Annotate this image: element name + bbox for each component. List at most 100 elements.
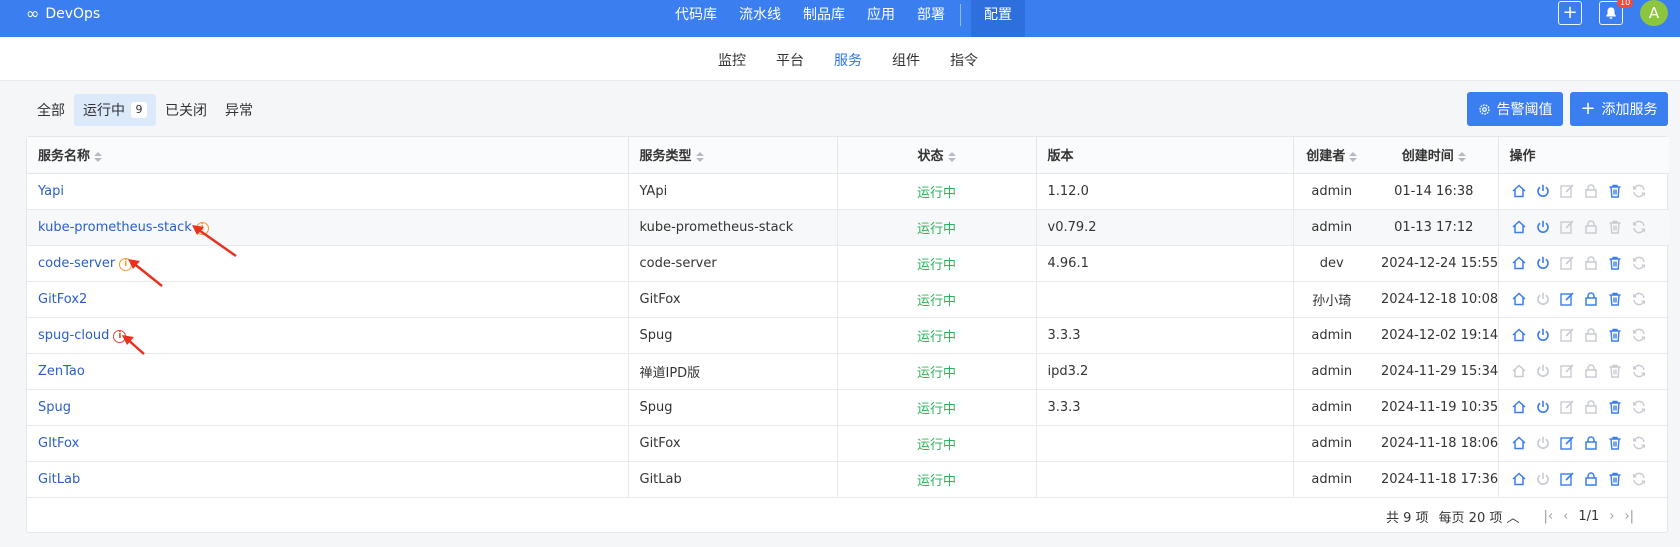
home-icon[interactable] (1510, 218, 1528, 236)
filter-running[interactable]: 运行中 9 (74, 94, 156, 126)
tab-commands[interactable]: 指令 (935, 37, 993, 81)
lock-icon[interactable] (1582, 218, 1600, 236)
service-name-link[interactable]: GitFox2 (38, 292, 87, 307)
prev-page-icon[interactable]: ‹ (1563, 509, 1568, 524)
col-creator[interactable]: 创建者 (1293, 137, 1370, 174)
trash-icon[interactable] (1606, 218, 1624, 236)
power-icon[interactable] (1534, 398, 1552, 416)
lock-icon[interactable] (1582, 470, 1600, 488)
sort-icon[interactable] (94, 151, 103, 162)
filter-closed[interactable]: 已关闭 (156, 94, 216, 126)
sort-icon[interactable] (1457, 151, 1466, 162)
refresh-icon[interactable] (1630, 470, 1648, 488)
service-name-link[interactable]: Yapi (38, 184, 64, 199)
refresh-icon[interactable] (1630, 254, 1648, 272)
power-icon[interactable] (1534, 218, 1552, 236)
trash-icon[interactable] (1606, 398, 1624, 416)
edit-icon[interactable] (1558, 398, 1576, 416)
power-icon[interactable] (1534, 182, 1552, 200)
add-service-button[interactable]: + 添加服务 (1570, 92, 1668, 126)
topnav-item-code[interactable]: 代码库 (664, 0, 728, 37)
sort-icon[interactable] (947, 151, 956, 162)
power-icon[interactable] (1534, 434, 1552, 452)
power-icon[interactable] (1534, 326, 1552, 344)
refresh-icon[interactable] (1630, 362, 1648, 380)
home-icon[interactable] (1510, 326, 1528, 344)
power-icon[interactable] (1534, 290, 1552, 308)
tab-services[interactable]: 服务 (819, 37, 877, 81)
home-icon[interactable] (1510, 182, 1528, 200)
trash-icon[interactable] (1606, 470, 1624, 488)
lock-icon[interactable] (1582, 290, 1600, 308)
edit-icon[interactable] (1558, 182, 1576, 200)
refresh-icon[interactable] (1630, 434, 1648, 452)
service-name-link[interactable]: spug-cloud (38, 328, 109, 343)
col-created[interactable]: 创建时间 (1370, 137, 1499, 174)
edit-icon[interactable] (1558, 218, 1576, 236)
home-icon[interactable] (1510, 290, 1528, 308)
refresh-icon[interactable] (1630, 182, 1648, 200)
brand[interactable]: ∞ DevOps (26, 4, 100, 23)
topnav-item-pipeline[interactable]: 流水线 (728, 0, 792, 37)
edit-icon[interactable] (1558, 434, 1576, 452)
power-icon[interactable] (1534, 254, 1552, 272)
col-type[interactable]: 服务类型 (628, 137, 838, 174)
topnav-item-deploy[interactable]: 部署 (906, 0, 956, 37)
refresh-icon[interactable] (1630, 398, 1648, 416)
trash-icon[interactable] (1606, 434, 1624, 452)
home-icon[interactable] (1510, 254, 1528, 272)
filter-abnormal[interactable]: 异常 (216, 94, 262, 126)
alert-threshold-button[interactable]: 告警阈值 (1467, 92, 1563, 126)
refresh-icon[interactable] (1630, 326, 1648, 344)
service-name-link[interactable]: kube-prometheus-stack (38, 220, 192, 235)
col-name[interactable]: 服务名称 (27, 137, 629, 174)
row-actions (1498, 245, 1669, 282)
last-page-icon[interactable]: ›| (1624, 509, 1634, 524)
trash-icon[interactable] (1606, 290, 1624, 308)
home-icon[interactable] (1510, 434, 1528, 452)
refresh-icon[interactable] (1630, 290, 1648, 308)
topnav-item-apps[interactable]: 应用 (856, 0, 906, 37)
lock-icon[interactable] (1582, 398, 1600, 416)
filter-all[interactable]: 全部 (28, 94, 74, 126)
home-icon[interactable] (1510, 398, 1528, 416)
trash-icon[interactable] (1606, 254, 1624, 272)
service-version (1036, 281, 1294, 318)
service-name-link[interactable]: code-server (38, 256, 115, 271)
sort-icon[interactable] (695, 151, 704, 162)
lock-icon[interactable] (1582, 362, 1600, 380)
lock-icon[interactable] (1582, 434, 1600, 452)
power-icon[interactable] (1534, 470, 1552, 488)
edit-icon[interactable] (1558, 362, 1576, 380)
tab-monitor[interactable]: 监控 (703, 37, 761, 81)
service-name-link[interactable]: ZenTao (38, 364, 85, 379)
home-icon[interactable] (1510, 470, 1528, 488)
create-button[interactable]: + (1558, 1, 1582, 25)
col-status[interactable]: 状态 (837, 137, 1037, 174)
sort-icon[interactable] (1349, 151, 1358, 162)
trash-icon[interactable] (1606, 326, 1624, 344)
lock-icon[interactable] (1582, 182, 1600, 200)
trash-icon[interactable] (1606, 362, 1624, 380)
tab-platform[interactable]: 平台 (761, 37, 819, 81)
edit-icon[interactable] (1558, 254, 1576, 272)
trash-icon[interactable] (1606, 182, 1624, 200)
lock-icon[interactable] (1582, 254, 1600, 272)
service-name-link[interactable]: GItFox (38, 436, 79, 451)
first-page-icon[interactable]: |‹ (1544, 509, 1554, 524)
refresh-icon[interactable] (1630, 218, 1648, 236)
home-icon[interactable] (1510, 362, 1528, 380)
service-name-link[interactable]: GitLab (38, 472, 80, 487)
edit-icon[interactable] (1558, 290, 1576, 308)
lock-icon[interactable] (1582, 326, 1600, 344)
power-icon[interactable] (1534, 362, 1552, 380)
avatar[interactable]: A (1640, 0, 1668, 26)
topnav-item-artifacts[interactable]: 制品库 (792, 0, 856, 37)
page-size-select[interactable]: 每页 20 项 ︿ (1439, 507, 1520, 526)
edit-icon[interactable] (1558, 326, 1576, 344)
tab-components[interactable]: 组件 (877, 37, 935, 81)
service-name-link[interactable]: Spug (38, 400, 71, 415)
edit-icon[interactable] (1558, 470, 1576, 488)
next-page-icon[interactable]: › (1609, 509, 1614, 524)
topnav-item-config[interactable]: 配置 (971, 0, 1025, 37)
